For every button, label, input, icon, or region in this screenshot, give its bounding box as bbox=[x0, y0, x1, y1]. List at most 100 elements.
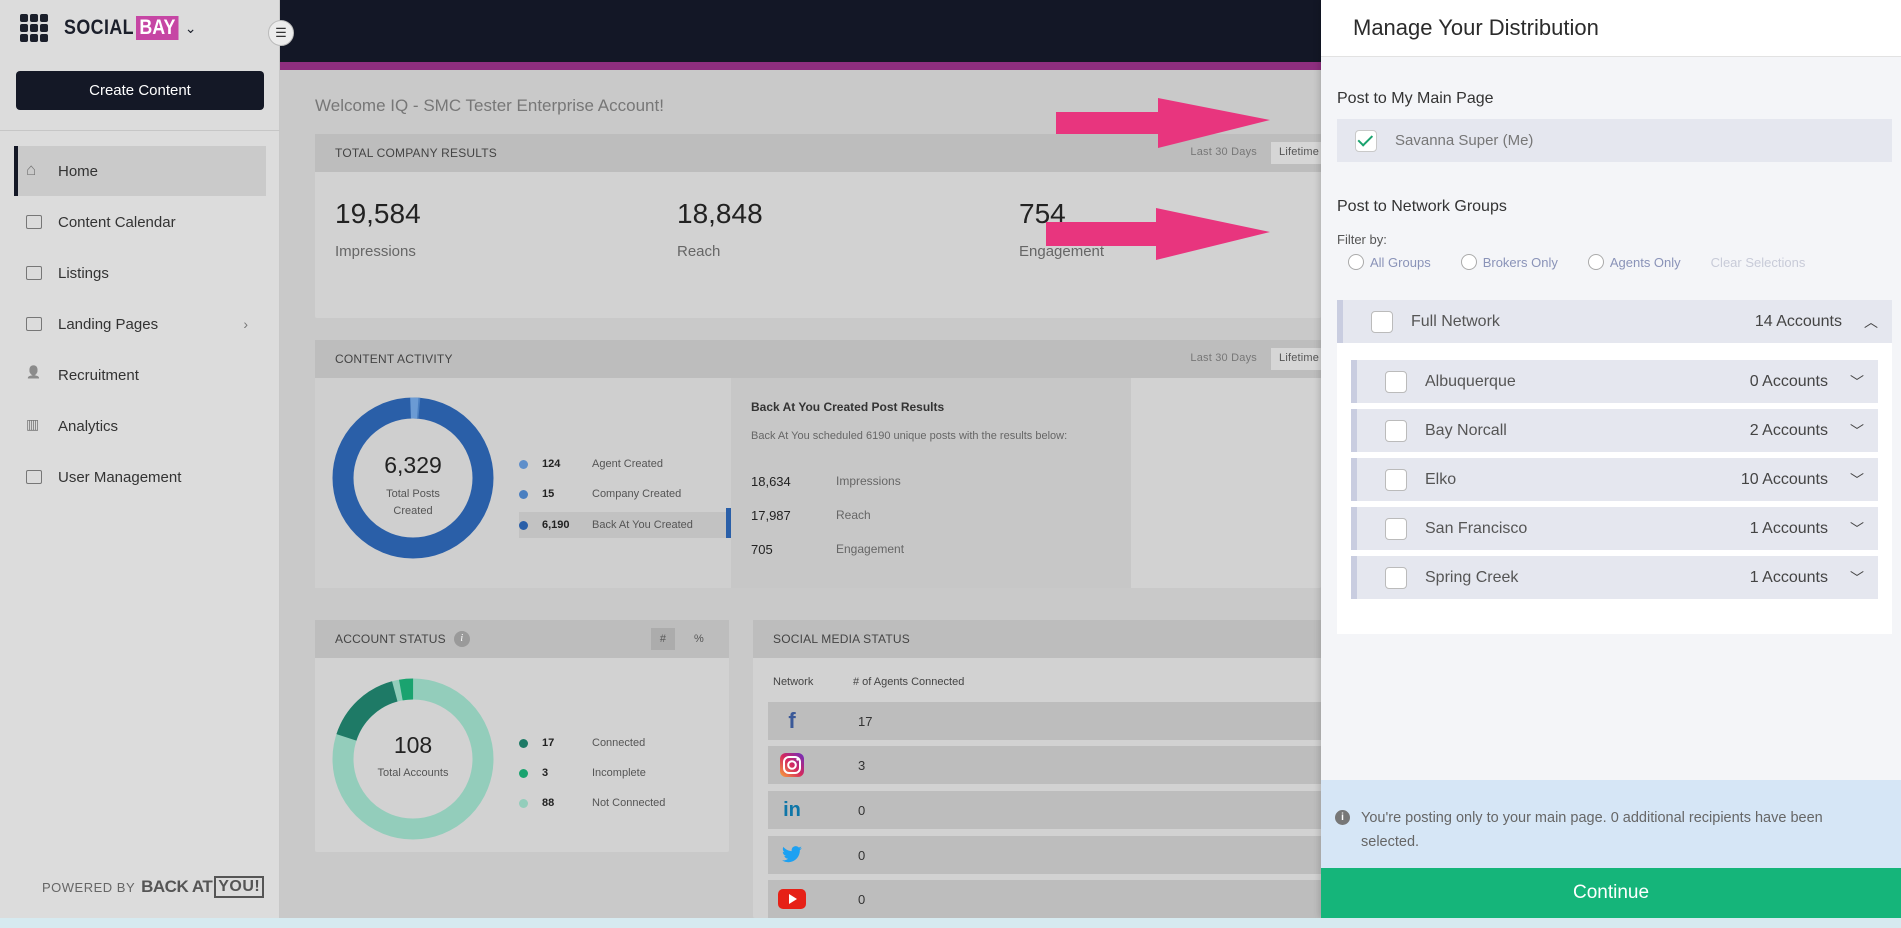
toggle-count-button[interactable]: # bbox=[651, 628, 675, 650]
table-row-instagram: 3 bbox=[768, 746, 1321, 784]
collapse-sidebar-icon[interactable]: ☰ bbox=[268, 20, 294, 46]
group-san-francisco[interactable]: San Francisco 1 Accounts ﹀ bbox=[1351, 507, 1878, 550]
apps-grid-icon[interactable] bbox=[20, 14, 48, 42]
sidebar-nav: Home Content Calendar Listings Landing P… bbox=[14, 146, 266, 503]
card-header: SOCIAL MEDIA STATUS bbox=[753, 620, 1321, 658]
group-name: Full Network bbox=[1411, 312, 1500, 330]
card-header: CONTENT ACTIVITY Last 30 Days Lifetime bbox=[315, 340, 1321, 378]
legend-connected[interactable]: 17 Connected bbox=[519, 732, 645, 754]
legend-agent-created[interactable]: 124 Agent Created bbox=[519, 453, 663, 475]
group-name: Bay Norcall bbox=[1425, 421, 1507, 439]
brand[interactable]: SOCIAL BAY ⌄ bbox=[20, 12, 197, 44]
powered-by-text: POWERED BY bbox=[42, 879, 136, 895]
legend-label: Incomplete bbox=[592, 767, 646, 779]
legend-label: Company Created bbox=[592, 488, 682, 500]
filter-agents-only[interactable]: Agents Only bbox=[1587, 254, 1681, 270]
filter-all-groups[interactable]: All Groups bbox=[1348, 254, 1431, 270]
range-last-30-days[interactable]: Last 30 Days bbox=[1190, 352, 1257, 364]
legend-dot bbox=[519, 520, 528, 530]
range-lifetime-button[interactable]: Lifetime bbox=[1271, 348, 1321, 370]
donut-total-label-line2: Created bbox=[393, 505, 433, 517]
continue-button[interactable]: Continue bbox=[1321, 868, 1901, 918]
sidebar-item-content-calendar[interactable]: Content Calendar bbox=[14, 197, 266, 247]
add-person-icon bbox=[26, 368, 42, 382]
sidebar-item-listings[interactable]: Listings bbox=[14, 248, 266, 298]
group-albuquerque[interactable]: Albuquerque 0 Accounts ﹀ bbox=[1351, 360, 1878, 403]
chevron-down-icon[interactable]: ﹀ bbox=[1850, 568, 1864, 588]
group-checkbox[interactable] bbox=[1385, 517, 1407, 540]
calendar-icon bbox=[26, 215, 42, 229]
group-name: Elko bbox=[1425, 470, 1457, 488]
group-full-network[interactable]: Full Network 14 Accounts ︿ bbox=[1337, 300, 1892, 343]
stat-impressions-label: Impressions bbox=[335, 243, 416, 260]
group-checkbox[interactable] bbox=[1385, 419, 1407, 442]
group-checkbox[interactable] bbox=[1385, 566, 1407, 589]
distribution-panel: Manage Your Distribution Post to My Main… bbox=[1321, 0, 1901, 918]
card-title: CONTENT ACTIVITY bbox=[335, 352, 453, 366]
distribution-notice: i You're posting only to your main page.… bbox=[1321, 780, 1901, 868]
chevron-down-icon[interactable]: ﹀ bbox=[1850, 421, 1864, 441]
chevron-down-icon[interactable]: ﹀ bbox=[1850, 519, 1864, 539]
legend-value: 6,190 bbox=[542, 519, 570, 531]
sidebar-item-label: User Management bbox=[58, 468, 182, 486]
group-checkbox[interactable] bbox=[1371, 310, 1393, 333]
powered-by-brand-you: YOU! bbox=[214, 876, 265, 898]
legend-label: Not Connected bbox=[592, 797, 666, 809]
column-network: Network bbox=[773, 676, 814, 688]
group-elko[interactable]: Elko 10 Accounts ﹀ bbox=[1351, 458, 1878, 501]
card-header: ACCOUNT STATUS i # % bbox=[315, 620, 729, 658]
sidebar-divider bbox=[0, 130, 280, 131]
sidebar-item-analytics[interactable]: Analytics bbox=[14, 401, 266, 451]
chevron-up-icon[interactable]: ︿ bbox=[1864, 312, 1878, 332]
legend-value: 124 bbox=[542, 458, 561, 470]
linkedin-icon: in bbox=[783, 798, 801, 821]
group-checkbox[interactable] bbox=[1385, 370, 1407, 393]
chevron-down-icon[interactable]: ﹀ bbox=[1850, 372, 1864, 392]
bay-row-label: Impressions bbox=[836, 474, 901, 488]
twitter-icon bbox=[778, 841, 806, 869]
radio-button[interactable] bbox=[1348, 254, 1364, 270]
sidebar-item-recruitment[interactable]: Recruitment bbox=[14, 350, 266, 400]
radio-button[interactable] bbox=[1587, 254, 1604, 270]
group-count: 2 Accounts bbox=[1749, 421, 1828, 439]
group-bay-norcall[interactable]: Bay Norcall 2 Accounts ﹀ bbox=[1351, 409, 1878, 452]
filter-label: Filter by: bbox=[1337, 232, 1387, 247]
group-spring-creek[interactable]: Spring Creek 1 Accounts ﹀ bbox=[1351, 556, 1878, 599]
sidebar-item-label: Landing Pages bbox=[58, 315, 159, 333]
bay-results-title: Back At You Created Post Results bbox=[751, 400, 945, 414]
legend-incomplete[interactable]: 3 Incomplete bbox=[519, 762, 646, 784]
filter-brokers-only[interactable]: Brokers Only bbox=[1460, 254, 1558, 270]
radio-button[interactable] bbox=[1460, 254, 1477, 270]
sidebar-item-user-management[interactable]: User Management bbox=[14, 452, 266, 502]
sidebar-item-home[interactable]: Home bbox=[14, 146, 266, 196]
legend-value: 88 bbox=[542, 797, 555, 809]
legend-value: 17 bbox=[542, 737, 555, 749]
create-content-button[interactable]: Create Content bbox=[16, 71, 264, 110]
legend-bay-created[interactable]: 6,190 Back At You Created bbox=[519, 512, 726, 538]
bay-row-label: Reach bbox=[836, 508, 871, 522]
sidebar-item-landing-pages[interactable]: Landing Pages › bbox=[14, 299, 266, 349]
range-lifetime-button[interactable]: Lifetime bbox=[1271, 142, 1321, 164]
agents-connected-value: 0 bbox=[858, 847, 866, 863]
group-count: 1 Accounts bbox=[1749, 568, 1828, 586]
group-checkbox[interactable] bbox=[1385, 468, 1407, 491]
main-page-option[interactable]: Savanna Super (Me) bbox=[1337, 119, 1892, 162]
chevron-down-icon[interactable]: ﹀ bbox=[1850, 470, 1864, 490]
clear-selections-link[interactable]: Clear Selections bbox=[1711, 255, 1806, 270]
legend-not-connected[interactable]: 88 Not Connected bbox=[519, 792, 665, 814]
legend-company-created[interactable]: 15 Company Created bbox=[519, 483, 681, 505]
bay-results-description: Back At You scheduled 6190 unique posts … bbox=[751, 430, 1068, 442]
bay-row-value: 705 bbox=[751, 542, 773, 557]
toggle-percent-button[interactable]: % bbox=[687, 628, 711, 650]
bay-row-label: Engagement bbox=[836, 542, 905, 556]
donut-total-value: 6,329 bbox=[384, 452, 442, 478]
group-count: 0 Accounts bbox=[1749, 372, 1828, 390]
group-count: 10 Accounts bbox=[1740, 470, 1828, 488]
info-icon[interactable]: i bbox=[453, 631, 470, 647]
group-name: Spring Creek bbox=[1425, 568, 1519, 586]
main-page-checkbox[interactable] bbox=[1355, 129, 1377, 152]
chevron-down-icon[interactable]: ⌄ bbox=[185, 20, 197, 37]
account-total-label: Total Accounts bbox=[377, 767, 449, 779]
bay-row-engagement: 705 Engagement bbox=[751, 542, 904, 557]
bay-row-value: 18,634 bbox=[751, 474, 791, 489]
